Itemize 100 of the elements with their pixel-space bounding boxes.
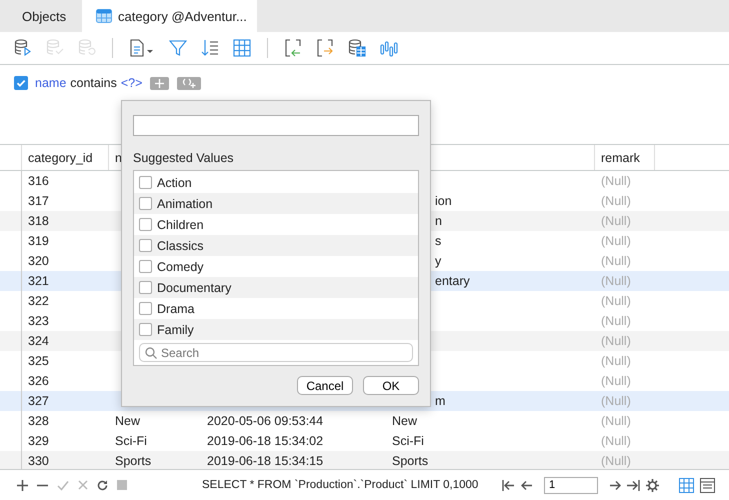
- first-page-icon[interactable]: [502, 480, 515, 490]
- table-cell: Sci-Fi: [115, 434, 147, 448]
- table-cell: m: [435, 394, 446, 408]
- table-cell: ion: [435, 194, 452, 208]
- table-cell: 320: [28, 254, 49, 268]
- table-cell: (Null): [601, 234, 631, 248]
- dialog-button[interactable]: OK: [363, 376, 419, 395]
- table-cell: 2019-06-18 15:34:15: [207, 454, 324, 468]
- filter-value[interactable]: <?>: [120, 76, 142, 90]
- grid-icon[interactable]: [233, 39, 251, 57]
- chart-icon[interactable]: [380, 39, 398, 57]
- table-cell: 317: [28, 194, 49, 208]
- table-cell: (Null): [601, 314, 631, 328]
- table-cell: (Null): [601, 334, 631, 348]
- add-condition-button[interactable]: [150, 76, 170, 90]
- last-page-icon[interactable]: [627, 480, 640, 490]
- table-cell: 324: [28, 334, 49, 348]
- table-icon: [96, 9, 112, 23]
- grid-view-icon[interactable]: [679, 478, 694, 492]
- checkbox[interactable]: [139, 323, 152, 336]
- table-cell: (Null): [601, 294, 631, 308]
- checkbox[interactable]: [139, 176, 152, 189]
- checkbox[interactable]: [139, 281, 152, 294]
- plus-icon: [155, 78, 164, 88]
- list-item[interactable]: Drama: [134, 298, 418, 319]
- table-cell: 330: [28, 454, 49, 468]
- checkbox[interactable]: [14, 76, 28, 90]
- check-icon[interactable]: [57, 480, 69, 490]
- table-cell: (Null): [601, 454, 631, 468]
- table-cell: 327: [28, 394, 49, 408]
- sql-query: SELECT * FROM `Production`.`Product` LIMIT 0,1000: [202, 479, 480, 491]
- column-header[interactable]: category_id: [22, 145, 109, 170]
- list-item[interactable]: Children: [134, 214, 418, 235]
- table-cell: (Null): [601, 394, 631, 408]
- table-cell: 321: [28, 274, 49, 288]
- table-cell: 328: [28, 414, 49, 428]
- table-cell: 2019-06-18 15:34:02: [207, 434, 324, 448]
- next-page-icon[interactable]: [610, 480, 621, 490]
- import-icon[interactable]: [284, 39, 302, 57]
- table-cell: s: [435, 234, 442, 248]
- table-cell: (Null): [601, 214, 631, 228]
- tab[interactable]: category @Adventur...: [82, 0, 257, 32]
- search-field[interactable]: Search: [139, 343, 413, 362]
- table-cell: (Null): [601, 374, 631, 388]
- checkbox[interactable]: [139, 302, 152, 315]
- table-cell: 323: [28, 314, 49, 328]
- list-item[interactable]: Documentary: [134, 277, 418, 298]
- page-field[interactable]: 1: [544, 476, 598, 494]
- table-cell: 318: [28, 214, 49, 228]
- table-cell: 319: [28, 234, 49, 248]
- popup-heading: Suggested Values: [133, 151, 235, 165]
- table-cell: Sports: [115, 454, 152, 468]
- document-icon[interactable]: [129, 39, 155, 57]
- filter-icon[interactable]: [169, 39, 187, 57]
- table-cell: (Null): [601, 434, 631, 448]
- search-icon: [145, 347, 157, 359]
- refresh-icon[interactable]: [97, 480, 108, 490]
- filter-operator[interactable]: contains: [70, 76, 117, 90]
- list-item[interactable]: Action: [134, 172, 418, 193]
- close-icon[interactable]: [78, 480, 88, 490]
- checkbox[interactable]: [139, 239, 152, 252]
- table-cell: n: [435, 214, 442, 228]
- table-cell: (Null): [601, 174, 631, 188]
- list-item[interactable]: Family: [134, 319, 418, 340]
- previous-page-icon[interactable]: [521, 480, 532, 490]
- checkbox[interactable]: [139, 218, 152, 231]
- database-icon[interactable]: [14, 39, 32, 57]
- input-field[interactable]: [133, 115, 419, 136]
- dialog-button[interactable]: Cancel: [297, 376, 353, 395]
- table-cell: 2020-05-06 09:53:44: [207, 414, 324, 428]
- export-icon[interactable]: [316, 39, 334, 57]
- settings-icon[interactable]: [646, 478, 659, 492]
- database-icon[interactable]: [348, 39, 366, 57]
- checkbox[interactable]: [139, 197, 152, 210]
- table-cell: (Null): [601, 354, 631, 368]
- add-icon[interactable]: [17, 480, 28, 490]
- column-header[interactable]: remark: [595, 145, 655, 170]
- list-item[interactable]: Classics: [134, 235, 418, 256]
- table-cell: Sci-Fi: [392, 434, 424, 448]
- filter-field[interactable]: name: [35, 76, 66, 90]
- brackets-plus-icon: [182, 78, 196, 88]
- table-cell: (Null): [601, 414, 631, 428]
- table-cell: 322: [28, 294, 49, 308]
- table-cell: (Null): [601, 254, 631, 268]
- list-item[interactable]: Comedy: [134, 256, 418, 277]
- add-group-button[interactable]: [177, 76, 202, 90]
- table-cell: entary: [435, 274, 470, 288]
- table-cell: 326: [28, 374, 49, 388]
- checkbox[interactable]: [139, 260, 152, 273]
- table-cell: New: [392, 414, 418, 428]
- table-cell: New: [115, 414, 140, 428]
- table-cell: y: [435, 254, 442, 268]
- table-cell: 325: [28, 354, 49, 368]
- table-cell: (Null): [601, 274, 631, 288]
- tab[interactable]: Objects: [0, 0, 82, 32]
- list-item[interactable]: Animation: [134, 193, 418, 214]
- table-cell: (Null): [601, 194, 631, 208]
- form-view-icon[interactable]: [700, 478, 715, 492]
- table-cell: 329: [28, 434, 49, 448]
- sort-icon[interactable]: [201, 39, 219, 57]
